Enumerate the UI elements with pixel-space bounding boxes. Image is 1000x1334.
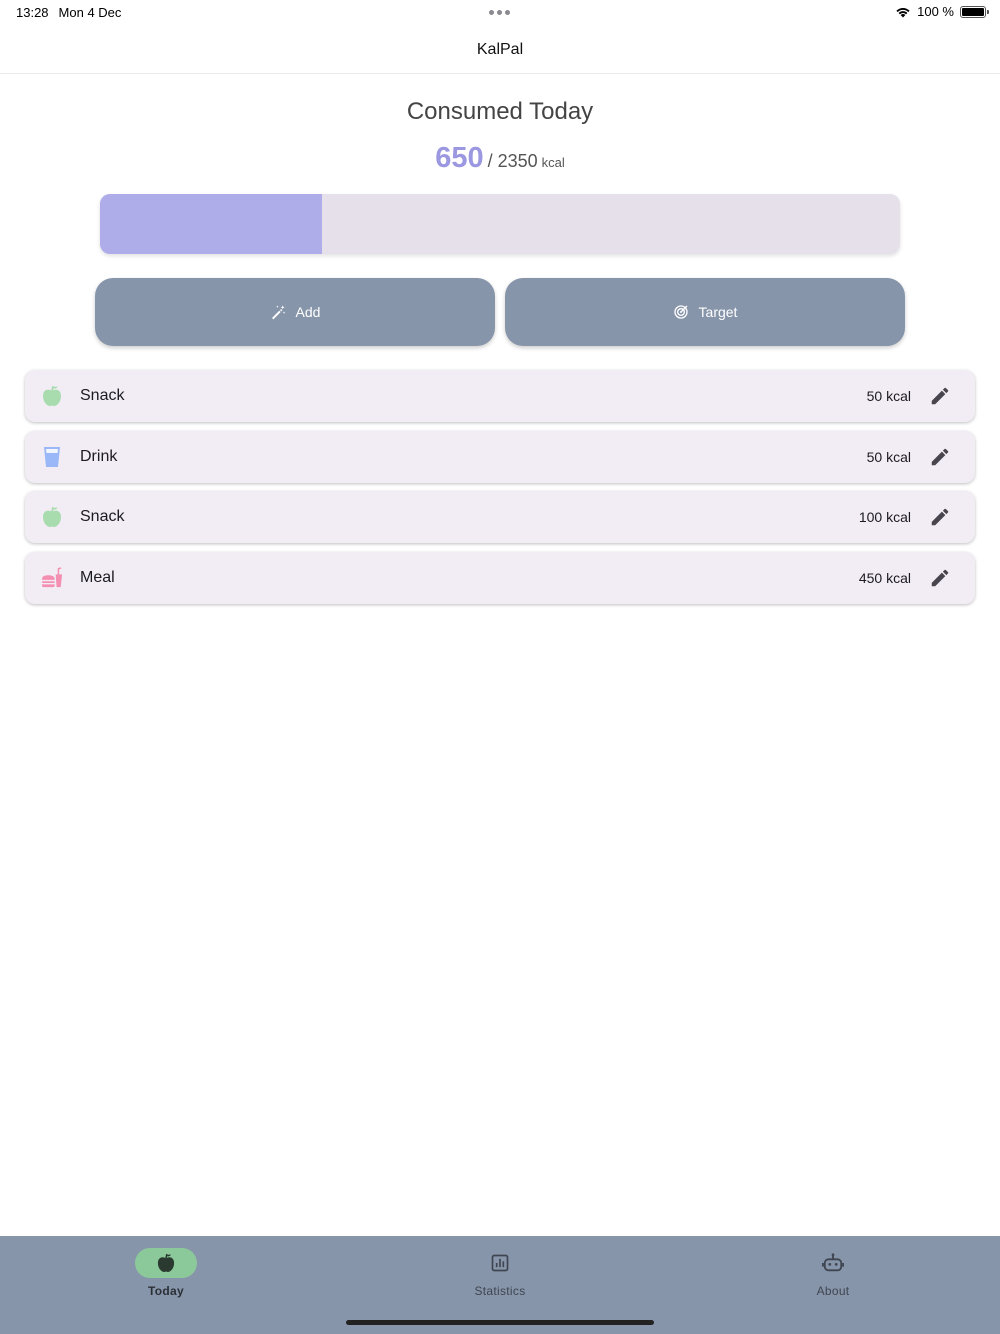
nav-tab-today[interactable]: Today: [106, 1248, 226, 1298]
calorie-progress-bar: [100, 194, 900, 254]
apple-icon: [157, 1253, 175, 1272]
multitasking-dots-icon[interactable]: [489, 10, 510, 15]
status-left: 13:28 Mon 4 Dec: [16, 5, 121, 20]
wifi-icon: [896, 7, 910, 17]
entry-kcal: 450 kcal: [858, 569, 911, 586]
nav-today-indicator: [135, 1248, 197, 1278]
nav-statistics-label: Statistics: [474, 1284, 526, 1298]
pencil-icon[interactable]: [929, 385, 951, 407]
entry-label: Snack: [80, 508, 125, 525]
magic-wand-icon: [271, 305, 285, 320]
entry-label: Drink: [80, 447, 118, 465]
home-indicator[interactable]: [346, 1320, 654, 1325]
target-button[interactable]: Target: [505, 278, 905, 346]
target-value: / 2350: [487, 151, 538, 171]
glass-icon: [41, 446, 63, 468]
progress-fill: [100, 194, 322, 254]
nav-about-label: About: [816, 1284, 850, 1298]
apple-icon: [41, 506, 63, 528]
calorie-counter: 650/ 2350 kcal: [0, 142, 1000, 175]
pencil-icon[interactable]: [929, 567, 951, 589]
robot-icon: [822, 1253, 844, 1272]
target-button-label: Target: [698, 304, 738, 320]
battery-icon: [960, 5, 989, 18]
entry-kcal: 100 kcal: [858, 509, 911, 525]
add-button[interactable]: Add: [95, 278, 495, 346]
nav-today-label: Today: [148, 1284, 184, 1298]
battery-percent: 100 %: [917, 4, 954, 19]
status-time: 13:28: [16, 5, 49, 20]
unit-label: kcal: [541, 155, 565, 170]
list-item[interactable]: Snack 100 kcal: [25, 491, 975, 543]
list-item[interactable]: Snack 50 kcal: [25, 370, 975, 422]
status-bar: 13:28 Mon 4 Dec 100 %: [0, 0, 1000, 26]
nav-tab-about[interactable]: About: [773, 1248, 893, 1298]
target-icon: [673, 305, 688, 319]
consumed-value: 650: [435, 142, 484, 174]
bar-chart-icon: [491, 1254, 509, 1272]
nav-tab-statistics[interactable]: Statistics: [440, 1248, 560, 1298]
apple-icon: [41, 385, 63, 407]
entry-label: Snack: [80, 387, 125, 404]
app-title: KalPal: [476, 40, 524, 58]
pencil-icon[interactable]: [929, 506, 951, 528]
pencil-icon[interactable]: [929, 446, 951, 468]
consumed-heading: Consumed Today: [406, 98, 594, 125]
list-item[interactable]: Meal 450 kcal: [25, 551, 975, 604]
list-item[interactable]: Drink 50 kcal: [25, 430, 975, 483]
status-right: 100 %: [895, 4, 989, 19]
entries-list: Snack 50 kcal Drink 50 kcal Snack 100 kc…: [25, 370, 975, 612]
add-button-label: Add: [295, 304, 321, 320]
entry-label: Meal: [80, 568, 115, 586]
app-bar: KalPal: [0, 26, 1000, 74]
status-date: Mon 4 Dec: [58, 5, 122, 20]
meal-icon: [41, 566, 63, 589]
entry-kcal: 50 kcal: [866, 388, 911, 404]
entry-kcal: 50 kcal: [866, 448, 911, 465]
